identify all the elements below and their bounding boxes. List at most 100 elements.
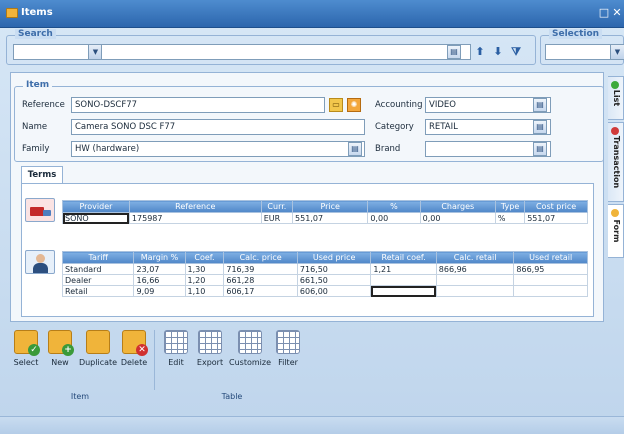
column-header[interactable]: Cost price [524,200,588,213]
customize-label: Customize [229,358,271,367]
column-header[interactable]: Provider [62,200,130,213]
table-cell[interactable] [513,285,588,297]
column-header[interactable]: Calc. price [223,251,298,264]
table-cell[interactable]: EUR [260,212,294,224]
brand-label: Brand [375,144,401,154]
table-cell[interactable]: Retail [61,285,135,297]
family-lookup-icon[interactable]: ▤ [348,142,362,156]
filter-table-icon [276,330,300,354]
table-cell[interactable]: 606,17 [223,285,298,297]
search-field-combo[interactable]: ▼ [13,44,103,60]
export-table-icon [198,330,222,354]
restore-icon[interactable]: □ [598,7,610,19]
table-cell[interactable]: 716,39 [223,263,298,275]
table-cell[interactable]: 661,28 [223,274,298,286]
side-tabs: List Transaction Form [608,76,624,276]
arrow-up-icon[interactable]: ⬆ [473,45,487,59]
select-button[interactable]: ✓ Select [8,330,44,367]
column-header[interactable]: Price [292,200,369,213]
table-cell[interactable]: 16,66 [133,274,186,286]
accounting-lookup-icon[interactable]: ▤ [533,98,547,112]
table-cell[interactable]: 866,95 [513,263,588,275]
delete-button[interactable]: ✕ Delete [116,330,152,367]
reference-label: Reference [22,100,65,110]
column-header[interactable]: Coef. [184,251,225,264]
table-row[interactable]: Dealer 16,66 1,20 661,28 661,50 [61,274,588,286]
table-row[interactable]: SONO 175987 EUR 551,07 0,00 0,00 % 551,0… [62,212,588,224]
table-cell[interactable]: 0,00 [419,212,496,224]
table-cell[interactable]: 551,07 [292,212,369,224]
table-cell[interactable]: 0,00 [367,212,421,224]
category-lookup-icon[interactable]: ▤ [533,120,547,134]
name-field[interactable]: Camera SONO DSC F77 [71,119,365,135]
search-input[interactable] [101,44,471,60]
table-cell[interactable] [435,274,515,286]
filter-icon[interactable]: ⧩ [509,45,523,59]
export-button[interactable]: Export [192,330,228,367]
table-cell[interactable]: 1,10 [184,285,225,297]
table-cell[interactable]: 9,09 [133,285,186,297]
close-icon[interactable]: ✕ [611,7,623,19]
tab-terms[interactable]: Terms [21,166,63,184]
column-header[interactable]: Tariff [61,251,135,264]
table-row [62,223,588,238]
table-cell[interactable] [435,285,515,297]
tab-list[interactable]: List [608,76,624,120]
column-header[interactable]: Reference [128,200,262,213]
table-cell[interactable]: 175987 [128,212,262,224]
table-cell[interactable]: 1,21 [370,263,437,275]
table-cell[interactable]: 866,96 [435,263,515,275]
user-icon [25,250,55,274]
status-bar [0,416,624,434]
table-cell[interactable]: Dealer [61,274,135,286]
table-cell[interactable]: 1,30 [184,263,225,275]
table-cell[interactable]: SONO [62,212,130,224]
table-cell[interactable]: 661,50 [296,274,372,286]
table-row[interactable]: Standard 23,07 1,30 716,39 716,50 1,21 8… [61,263,588,275]
table-cell[interactable]: 1,20 [184,274,225,286]
column-header[interactable]: Charges [419,200,496,213]
duplicate-button[interactable]: Duplicate [78,330,118,367]
reference-field[interactable]: SONO-DSCF77 [71,97,325,113]
new-button[interactable]: + New [42,330,78,367]
tab-transaction[interactable]: Transaction [608,122,624,202]
delete-icon: ✕ [122,330,148,356]
edit-button[interactable]: Edit [158,330,194,367]
table-cell[interactable]: % [494,212,526,224]
table-cell[interactable]: 716,50 [296,263,372,275]
items-window: Items □ ✕ Search ▼ ▤ ⬆ ⬇ ⧩ Selection ▼ I… [0,0,624,434]
search-legend: Search [15,29,56,39]
tab-form[interactable]: Form [608,204,624,258]
chevron-down-icon[interactable]: ▼ [610,45,624,59]
column-header[interactable]: Used retail [513,251,588,264]
list-icon [611,81,619,89]
column-header[interactable]: Margin % [133,251,186,264]
brand-lookup-icon[interactable]: ▤ [533,142,547,156]
column-header[interactable]: % [367,200,421,213]
table-cell[interactable] [370,274,437,286]
sun-icon[interactable]: ✺ [347,98,361,112]
customize-button[interactable]: Customize [228,330,272,367]
table-row[interactable]: Retail 9,09 1,10 606,17 606,00 [61,285,588,297]
filter-button[interactable]: Filter [270,330,306,367]
arrow-down-icon[interactable]: ⬇ [491,45,505,59]
table-cell[interactable]: 551,07 [524,212,588,224]
column-header[interactable]: Calc. retail [435,251,515,264]
column-header[interactable]: Used price [296,251,372,264]
chevron-down-icon[interactable]: ▼ [88,45,102,59]
table-cell[interactable] [370,285,437,297]
table-cell[interactable] [513,274,588,286]
family-field[interactable]: HW (hardware) [71,141,365,157]
folder-icon[interactable]: ▭ [329,98,343,112]
column-header[interactable]: Type [494,200,526,213]
table-cell[interactable]: Standard [61,263,135,275]
selection-combo[interactable]: ▼ [545,44,624,60]
table-cell[interactable]: 606,00 [296,285,372,297]
export-label: Export [196,358,224,367]
column-header[interactable]: Curr. [260,200,294,213]
clear-search-icon[interactable]: ▤ [447,45,461,59]
column-header[interactable]: Retail coef. [370,251,437,264]
table-cell[interactable]: 23,07 [133,263,186,275]
duplicate-icon [86,330,110,354]
selection-legend: Selection [549,29,603,39]
